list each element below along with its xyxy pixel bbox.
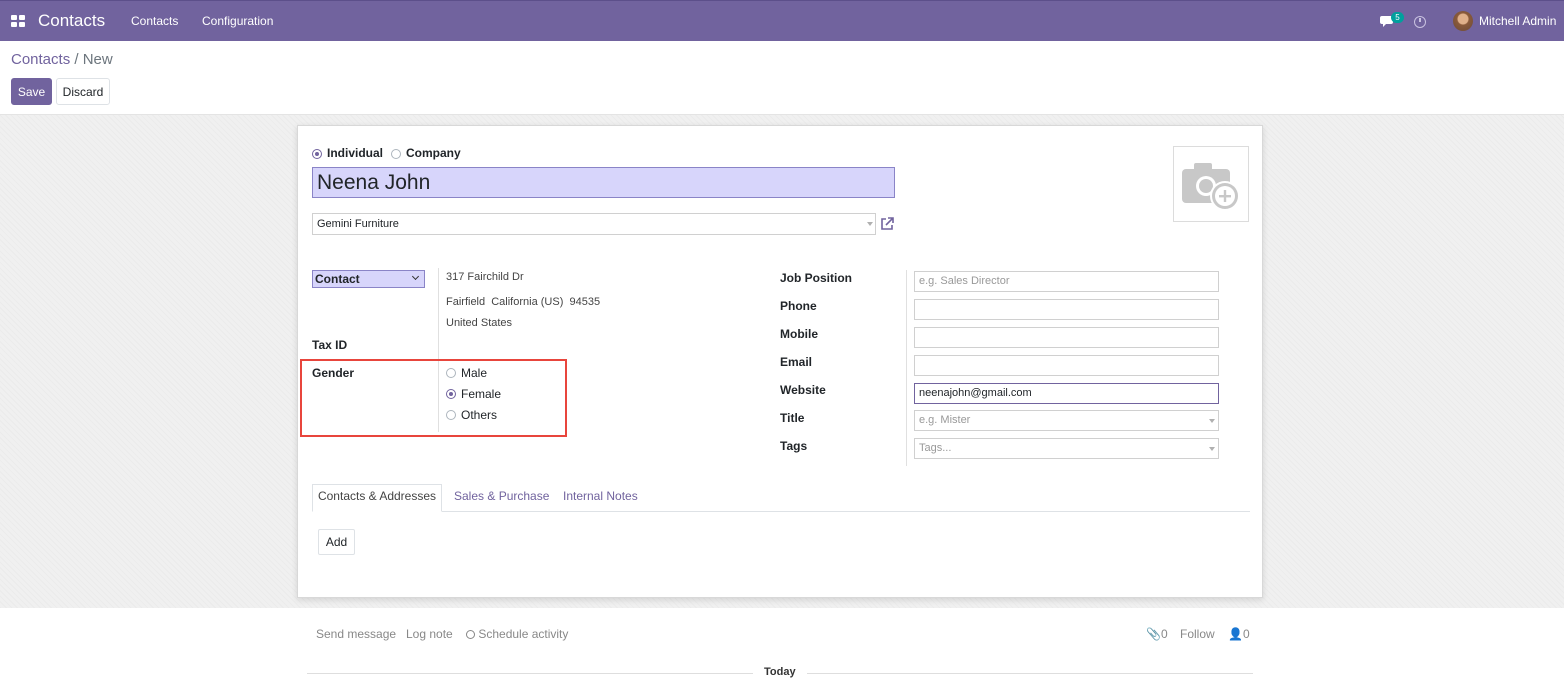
paperclip-icon: 📎 bbox=[1146, 627, 1161, 641]
address-country[interactable]: United States bbox=[446, 317, 512, 329]
breadcrumb-contacts[interactable]: Contacts bbox=[11, 51, 70, 68]
tabs-divider bbox=[312, 511, 1250, 512]
phone-label: Phone bbox=[780, 299, 817, 313]
followers-button[interactable]: 👤0 bbox=[1228, 627, 1250, 641]
breadcrumb-current: New bbox=[82, 51, 113, 68]
job-position-input[interactable]: e.g. Sales Director bbox=[914, 271, 1219, 292]
gender-highlight-box bbox=[300, 359, 567, 437]
website-input[interactable]: neenajohn@gmail.com bbox=[914, 383, 1219, 404]
tags-label: Tags bbox=[780, 439, 808, 453]
avatar-upload[interactable] bbox=[1173, 146, 1249, 222]
messages-badge: 5 bbox=[1391, 12, 1404, 23]
breadcrumb-separator: / bbox=[74, 51, 79, 68]
top-navbar: Contacts Contacts Configuration 5 Mitche… bbox=[0, 0, 1564, 41]
tab-contacts-addresses[interactable]: Contacts & Addresses bbox=[312, 484, 442, 512]
today-right-rule bbox=[807, 673, 1253, 674]
log-note-button[interactable]: Log note bbox=[406, 627, 453, 641]
company-label[interactable]: Company bbox=[406, 146, 461, 160]
breadcrumb: Contacts / New bbox=[11, 51, 113, 68]
send-message-button[interactable]: Send message bbox=[316, 627, 396, 641]
tab-sales-purchase[interactable]: Sales & Purchase bbox=[454, 489, 549, 512]
app-title[interactable]: Contacts bbox=[38, 11, 105, 31]
schedule-activity-button[interactable]: Schedule activity bbox=[466, 627, 568, 641]
menu-configuration[interactable]: Configuration bbox=[202, 14, 273, 28]
tags-select[interactable]: Tags... bbox=[914, 438, 1219, 459]
tags-dropdown-caret-icon[interactable] bbox=[1209, 447, 1215, 451]
discard-button[interactable]: Discard bbox=[56, 78, 110, 105]
apps-menu-icon[interactable] bbox=[11, 15, 25, 27]
add-contact-button[interactable]: Add bbox=[318, 529, 355, 555]
attachments-count: 0 bbox=[1160, 627, 1168, 641]
title-dropdown-caret-icon[interactable] bbox=[1209, 419, 1215, 423]
address-street[interactable]: 317 Fairchild Dr bbox=[446, 271, 524, 283]
individual-radio[interactable] bbox=[312, 149, 322, 159]
address-type-select[interactable]: Contact bbox=[312, 270, 425, 288]
email-input[interactable] bbox=[914, 355, 1219, 376]
save-button[interactable]: Save bbox=[11, 78, 52, 105]
mobile-input[interactable] bbox=[914, 327, 1219, 348]
user-icon: 👤 bbox=[1228, 627, 1243, 641]
phone-input[interactable] bbox=[914, 299, 1219, 320]
follow-button[interactable]: Follow bbox=[1180, 627, 1215, 641]
job-position-label: Job Position bbox=[780, 271, 852, 285]
title-label: Title bbox=[780, 411, 805, 425]
attachments-button[interactable]: 📎0 bbox=[1146, 627, 1168, 641]
today-separator-label: Today bbox=[764, 666, 796, 678]
external-link-icon[interactable] bbox=[879, 216, 895, 232]
individual-label[interactable]: Individual bbox=[327, 146, 383, 160]
title-select[interactable]: e.g. Mister bbox=[914, 410, 1219, 431]
followers-count: 0 bbox=[1242, 627, 1250, 641]
company-select[interactable]: Gemini Furniture bbox=[312, 213, 876, 235]
tax-id-label: Tax ID bbox=[312, 338, 348, 352]
website-label: Website bbox=[780, 383, 826, 397]
right-column-divider bbox=[906, 270, 907, 466]
camera-add-icon bbox=[1182, 163, 1240, 211]
menu-contacts[interactable]: Contacts bbox=[131, 14, 178, 28]
clock-icon bbox=[466, 630, 475, 639]
company-radio[interactable] bbox=[391, 149, 401, 159]
company-dropdown-caret-icon[interactable] bbox=[867, 222, 873, 226]
schedule-activity-label: Schedule activity bbox=[478, 627, 569, 641]
name-input[interactable]: Neena John bbox=[312, 167, 895, 198]
email-label: Email bbox=[780, 355, 813, 369]
today-left-rule bbox=[307, 673, 753, 674]
address-city-line[interactable]: Fairfield California (US) 94535 bbox=[446, 296, 600, 308]
mobile-label: Mobile bbox=[780, 327, 818, 341]
tab-internal-notes[interactable]: Internal Notes bbox=[563, 489, 638, 512]
activity-clock-icon[interactable] bbox=[1414, 16, 1426, 28]
user-avatar[interactable] bbox=[1453, 11, 1473, 31]
user-menu[interactable]: Mitchell Admin bbox=[1479, 14, 1556, 28]
